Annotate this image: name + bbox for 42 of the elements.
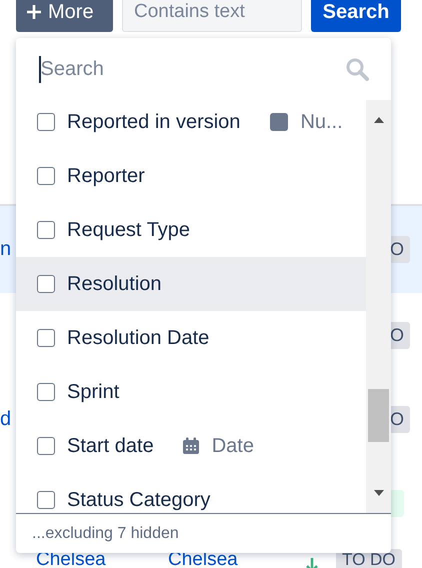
field-option[interactable]: Reported in version Nu... <box>16 100 366 149</box>
checkbox[interactable] <box>37 329 55 347</box>
plus-icon <box>26 4 42 20</box>
option-label: Resolution <box>67 272 162 296</box>
checkbox[interactable] <box>37 437 55 455</box>
option-label: Start date <box>67 434 154 458</box>
scroll-up-icon[interactable] <box>374 117 384 123</box>
checkbox[interactable] <box>37 167 55 185</box>
search-field[interactable]: Search <box>16 38 391 100</box>
field-option[interactable]: Resolution Date <box>16 311 366 365</box>
checkbox[interactable] <box>37 221 55 239</box>
checkbox[interactable] <box>37 383 55 401</box>
option-label: Reported in version <box>67 110 240 134</box>
field-option[interactable]: Reporter <box>16 149 366 203</box>
field-option[interactable]: Request Type <box>16 203 366 257</box>
search-button[interactable]: Search <box>311 0 401 32</box>
search-placeholder: Search <box>40 58 105 80</box>
scrollbar-thumb[interactable] <box>368 389 389 442</box>
option-label: Sprint <box>67 380 120 404</box>
more-button[interactable]: More <box>16 0 113 32</box>
calendar-icon <box>182 437 200 455</box>
table-cell-text: n <box>0 238 12 261</box>
field-option[interactable]: Start date Date <box>16 419 366 473</box>
text-filter-field[interactable]: Contains text <box>122 0 302 32</box>
checkbox[interactable] <box>37 491 55 509</box>
field-option[interactable]: Resolution <box>16 257 366 311</box>
option-label: Reporter <box>67 164 145 188</box>
scrollbar[interactable] <box>366 100 391 513</box>
table-link[interactable]: Chelsea <box>168 550 238 568</box>
table-link[interactable]: Chelsea <box>36 550 106 568</box>
checkbox[interactable] <box>37 113 55 131</box>
field-option[interactable]: Status Category <box>16 473 366 513</box>
hidden-count-text: ...excluding 7 hidden <box>32 524 179 542</box>
option-label: Resolution Date <box>67 326 210 350</box>
scroll-down-icon[interactable] <box>374 490 384 496</box>
option-label: Request Type <box>67 218 190 242</box>
field-type-label: Date <box>212 434 254 458</box>
field-type-label: Nu... <box>300 110 343 134</box>
field-option[interactable]: Sprint <box>16 365 366 419</box>
option-label: Status Category <box>67 488 210 512</box>
checkbox[interactable] <box>37 275 55 293</box>
table-cell-text: d <box>0 408 12 430</box>
